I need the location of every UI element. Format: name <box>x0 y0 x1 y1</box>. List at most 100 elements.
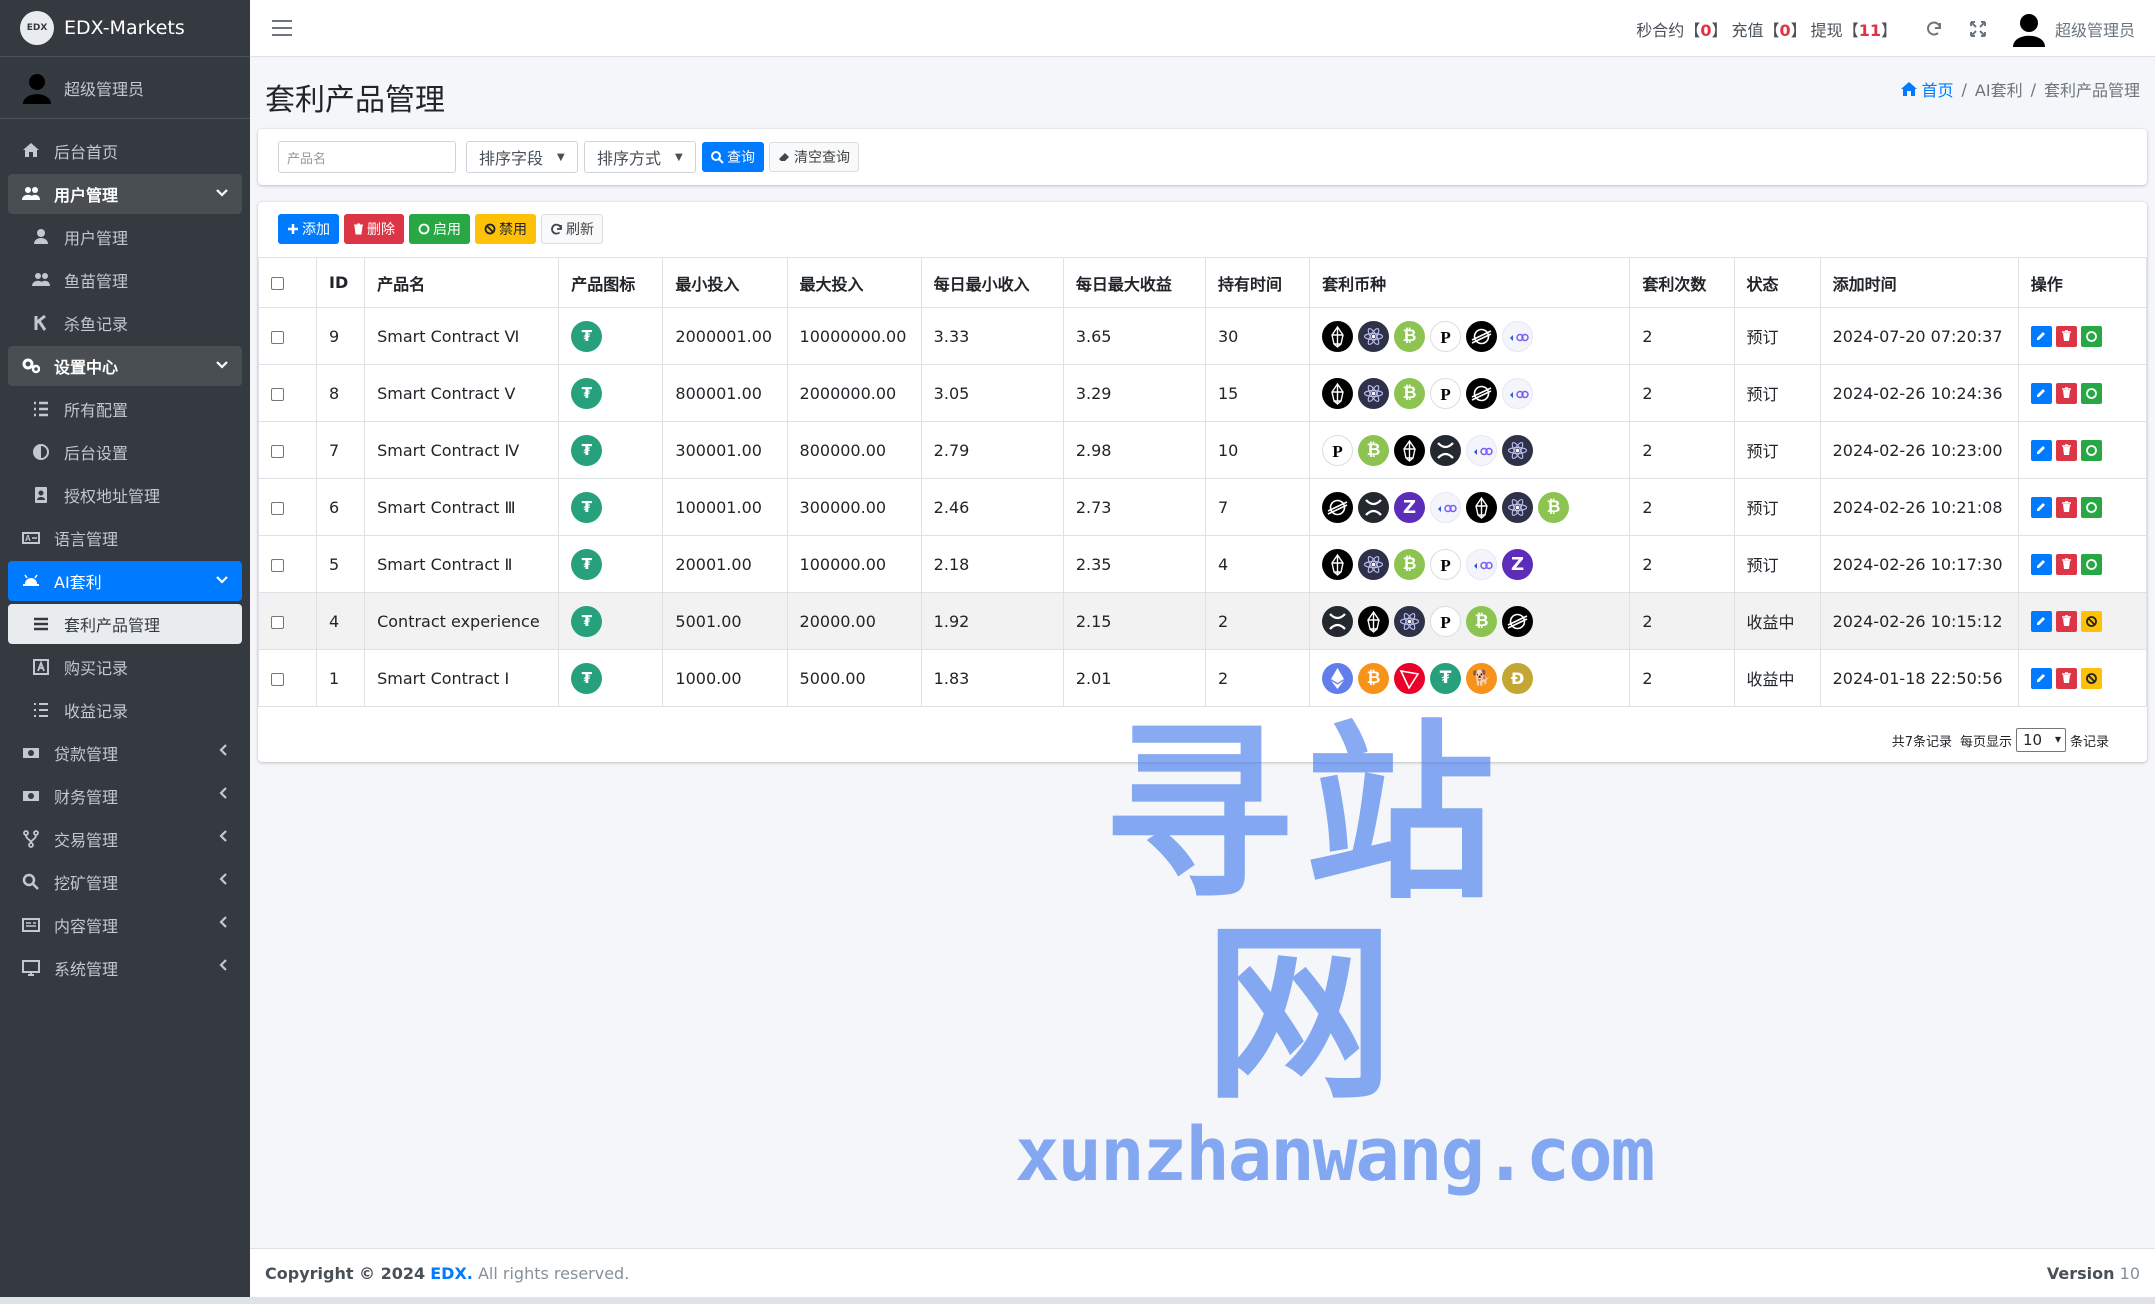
coin-bitc-icon: ₿ <box>1358 662 1390 694</box>
row-select-cell[interactable] <box>257 307 318 365</box>
row-select-cell[interactable] <box>257 649 318 707</box>
refresh-button[interactable]: 刷新 <box>541 214 603 244</box>
row-toggle-button[interactable] <box>2080 325 2102 347</box>
sidebar-item-13[interactable]: 收益记录 <box>8 690 242 730</box>
row-checkbox[interactable] <box>271 558 284 572</box>
product-name-input[interactable]: 产品名 <box>278 141 456 173</box>
table-row[interactable]: 5 Smart Contract Ⅱ ₮ 20001.00 100000.00 2.18 2… <box>257 535 2148 593</box>
edit-button[interactable] <box>2030 439 2052 461</box>
row-checkbox[interactable] <box>271 501 284 515</box>
stat-withdraw[interactable]: 提现【11】 <box>1811 17 1897 41</box>
search-icon <box>711 150 724 164</box>
edit-button[interactable] <box>2030 382 2052 404</box>
sidebar-item-label: 设置中心 <box>54 358 119 377</box>
sidebar-item-17[interactable]: 挖矿管理 <box>8 862 242 902</box>
sidebar-item-4[interactable]: 杀鱼记录 <box>8 303 242 343</box>
sidebar-item-label: 交易管理 <box>54 831 119 850</box>
android-icon <box>20 572 42 590</box>
sidebar-item-0[interactable]: 后台首页 <box>8 131 242 171</box>
sidebar-item-8[interactable]: 授权地址管理 <box>8 475 242 515</box>
sidebar-item-1[interactable]: 用户管理 <box>8 174 242 214</box>
sidebar-item-5[interactable]: 设置中心 <box>8 346 242 386</box>
row-select-cell[interactable] <box>257 478 318 536</box>
delete-button[interactable]: 删除 <box>344 214 404 244</box>
sidebar-item-16[interactable]: 交易管理 <box>8 819 242 859</box>
edit-button[interactable] <box>2030 325 2052 347</box>
sidebar-item-7[interactable]: 后台设置 <box>8 432 242 472</box>
fullscreen-icon[interactable] <box>1967 18 1989 40</box>
table-row[interactable]: 8 Smart Contract Ⅴ ₮ 800001.00 2000000.00 3.0… <box>257 364 2148 422</box>
row-toggle-button[interactable] <box>2080 496 2102 518</box>
row-checkbox[interactable] <box>271 615 284 629</box>
search-button[interactable]: 查询 <box>702 142 764 172</box>
row-toggle-button[interactable] <box>2080 382 2102 404</box>
row-toggle-button[interactable] <box>2080 667 2102 689</box>
select-all-header[interactable] <box>257 257 318 308</box>
row-toggle-button[interactable] <box>2080 439 2102 461</box>
table-row[interactable]: 6 Smart Contract Ⅲ ₮ 100001.00 300000.00 2.46… <box>257 478 2148 536</box>
row-checkbox[interactable] <box>271 672 284 686</box>
sidebar-item-18[interactable]: 内容管理 <box>8 905 242 945</box>
edit-button[interactable] <box>2030 610 2052 632</box>
edit-button[interactable] <box>2030 667 2052 689</box>
row-delete-button[interactable] <box>2055 325 2077 347</box>
row-delete-button[interactable] <box>2055 439 2077 461</box>
font-icon <box>30 658 52 676</box>
brand-link[interactable]: EDX EDX-Markets <box>0 0 250 57</box>
row-select-cell[interactable] <box>257 421 318 479</box>
table-row[interactable]: 4 Contract experience ₮ 5001.00 20000.00 1.92… <box>257 592 2148 650</box>
enable-button[interactable]: 启用 <box>409 214 470 244</box>
breadcrumb-ai[interactable]: AI套利 <box>1975 77 2023 101</box>
eraser-icon <box>779 153 789 161</box>
row-checkbox[interactable] <box>271 330 284 344</box>
row-delete-button[interactable] <box>2055 667 2077 689</box>
add-button[interactable]: 添加 <box>278 214 339 244</box>
sidebar-item-19[interactable]: 系统管理 <box>8 948 242 988</box>
company-link[interactable]: EDX. <box>430 1264 473 1283</box>
sidebar-item-11[interactable]: 套利产品管理 <box>8 604 242 644</box>
row-delete-button[interactable] <box>2055 382 2077 404</box>
sidebar-item-2[interactable]: 用户管理 <box>8 217 242 257</box>
refresh-icon[interactable] <box>1923 18 1945 40</box>
top-username[interactable]: 超级管理员 <box>2055 17 2135 41</box>
row-select-cell[interactable] <box>257 535 318 593</box>
stat-recharge[interactable]: 充值【0】 <box>1731 17 1806 41</box>
sidebar-item-10[interactable]: AI套利 <box>8 561 242 601</box>
breadcrumb-home[interactable]: 首页 <box>1900 77 1954 101</box>
sort-field-select[interactable]: 排序字段 ▼ <box>466 141 578 173</box>
daily-min-cell: 1.92 <box>920 592 1064 650</box>
sidebar-item-9[interactable]: A 语言管理 <box>8 518 242 558</box>
column-header: 最大投入 <box>786 257 922 308</box>
sidebar-item-14[interactable]: 贷款管理 <box>8 733 242 773</box>
select-all-checkbox[interactable] <box>271 277 284 290</box>
row-toggle-button[interactable] <box>2080 610 2102 632</box>
times-cell: 2 <box>1629 307 1735 365</box>
row-select-cell[interactable] <box>257 592 318 650</box>
sidebar-item-15[interactable]: 财务管理 <box>8 776 242 816</box>
row-checkbox[interactable] <box>271 444 284 458</box>
table-row[interactable]: 9 Smart Contract Ⅵ ₮ 2000001.00 10000000.00 3… <box>257 307 2148 365</box>
menu-toggle-icon[interactable] <box>272 20 292 36</box>
table-row[interactable]: 1 Smart Contract Ⅰ ₮ 1000.00 5000.00 1.83 2.01… <box>257 649 2148 707</box>
sidebar-item-12[interactable]: 购买记录 <box>8 647 242 687</box>
row-delete-button[interactable] <box>2055 553 2077 575</box>
edit-button[interactable] <box>2030 496 2052 518</box>
coin-eos-icon <box>1322 377 1354 409</box>
clear-search-button[interactable]: 清空查询 <box>769 142 859 172</box>
row-toggle-button[interactable] <box>2080 553 2102 575</box>
search-icon <box>20 873 42 891</box>
disable-button[interactable]: 禁用 <box>475 214 536 244</box>
row-delete-button[interactable] <box>2055 610 2077 632</box>
user-panel[interactable]: 超级管理员 <box>0 57 250 119</box>
stat-seconds-contract[interactable]: 秒合约【0】 <box>1636 17 1727 41</box>
sort-order-select[interactable]: 排序方式 ▼ <box>584 141 696 173</box>
row-delete-button[interactable] <box>2055 496 2077 518</box>
top-avatar[interactable] <box>2011 11 2047 47</box>
sidebar-item-6[interactable]: 所有配置 <box>8 389 242 429</box>
edit-button[interactable] <box>2030 553 2052 575</box>
row-select-cell[interactable] <box>257 364 318 422</box>
per-page-select[interactable]: 10 <box>2015 728 2066 752</box>
sidebar-item-3[interactable]: 鱼苗管理 <box>8 260 242 300</box>
table-row[interactable]: 7 Smart Contract Ⅳ ₮ 300001.00 800000.00 2.79… <box>257 421 2148 479</box>
row-checkbox[interactable] <box>271 387 284 401</box>
